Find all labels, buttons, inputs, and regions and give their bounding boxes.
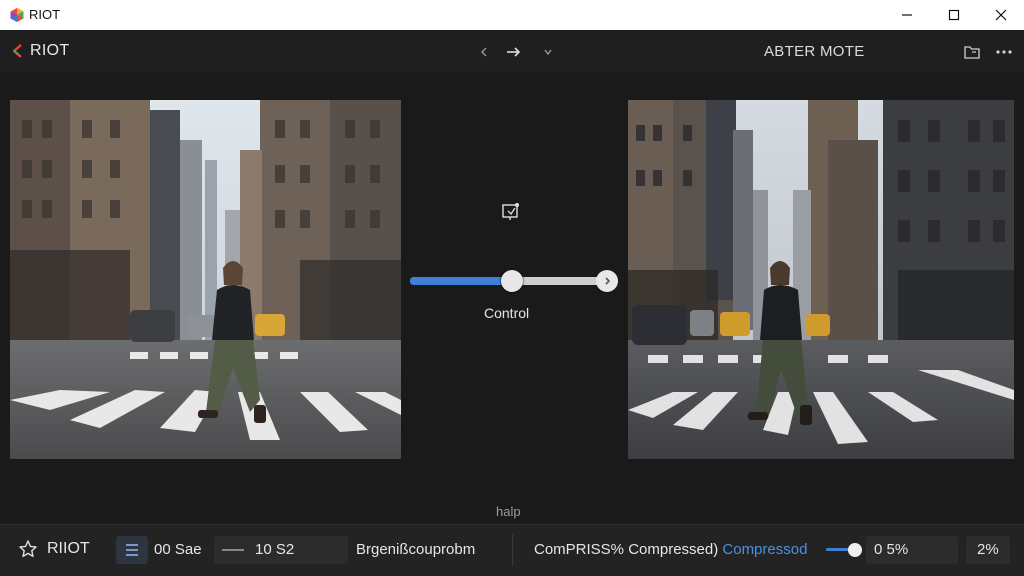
value-text: 10 S2: [255, 541, 295, 558]
zoom-value: 2%: [977, 541, 999, 558]
minimize-button[interactable]: [884, 0, 930, 30]
help-link[interactable]: halp: [496, 504, 521, 519]
toolbar-divider: [512, 534, 513, 566]
arrow-right-icon: [507, 47, 521, 57]
control-label: Control: [484, 305, 530, 321]
compressed-image: [628, 100, 1014, 459]
compression-status: ComPRISS% Compressed) Compressod: [534, 541, 807, 558]
more-icon: [996, 50, 1012, 54]
riot-logo-icon: [10, 8, 24, 22]
quality-slider[interactable]: [826, 540, 866, 560]
size-label: 00 Sae: [154, 541, 202, 558]
format-selector[interactable]: Brgenißcouprobm: [356, 541, 475, 558]
slider-fill: [410, 277, 512, 285]
forward-button[interactable]: [502, 40, 526, 64]
close-button[interactable]: [978, 0, 1024, 30]
close-icon: [995, 9, 1007, 21]
original-image: [10, 100, 401, 459]
window-title: RIOT: [29, 7, 61, 22]
street-photo-compressed: [628, 100, 1014, 459]
file-name-label: RIIOT: [47, 540, 90, 557]
maximize-icon: [948, 9, 960, 21]
list-button[interactable]: [116, 536, 148, 564]
back-button[interactable]: [472, 40, 496, 64]
compression-status-text: ComPRISS% Compressed): [534, 541, 719, 558]
chevron-left-icon: [481, 47, 487, 57]
riot-app-window: RIOT RIOT ABTER MOTE Control halp RIIOT …: [0, 0, 1024, 576]
chevron-down-icon: [544, 49, 552, 56]
os-title-bar: [0, 0, 1024, 30]
compressed-link[interactable]: Compressod: [722, 541, 807, 558]
minimize-icon: [902, 14, 912, 16]
folder-icon: [964, 46, 980, 59]
star-icon[interactable]: [18, 539, 38, 559]
slider-end-icon: [605, 277, 611, 285]
slider-thumb[interactable]: [500, 270, 523, 292]
app-logo-icon: [12, 44, 22, 58]
dropdown-button[interactable]: [536, 40, 560, 64]
quality-slider-thumb[interactable]: [848, 543, 862, 557]
percent-value: 0 5%: [874, 541, 909, 558]
dash-icon: [222, 549, 244, 551]
list-icon: [126, 544, 138, 556]
view-mode-label[interactable]: ABTER MOTE: [764, 43, 865, 60]
more-button[interactable]: [993, 41, 1015, 63]
compare-icon[interactable]: [500, 201, 522, 223]
open-folder-button[interactable]: [961, 41, 983, 63]
street-photo-original: [10, 100, 401, 459]
slider-end-handle[interactable]: [596, 270, 618, 292]
comparison-slider[interactable]: [408, 268, 622, 294]
app-name: RIOT: [30, 42, 70, 59]
maximize-button[interactable]: [931, 0, 977, 30]
